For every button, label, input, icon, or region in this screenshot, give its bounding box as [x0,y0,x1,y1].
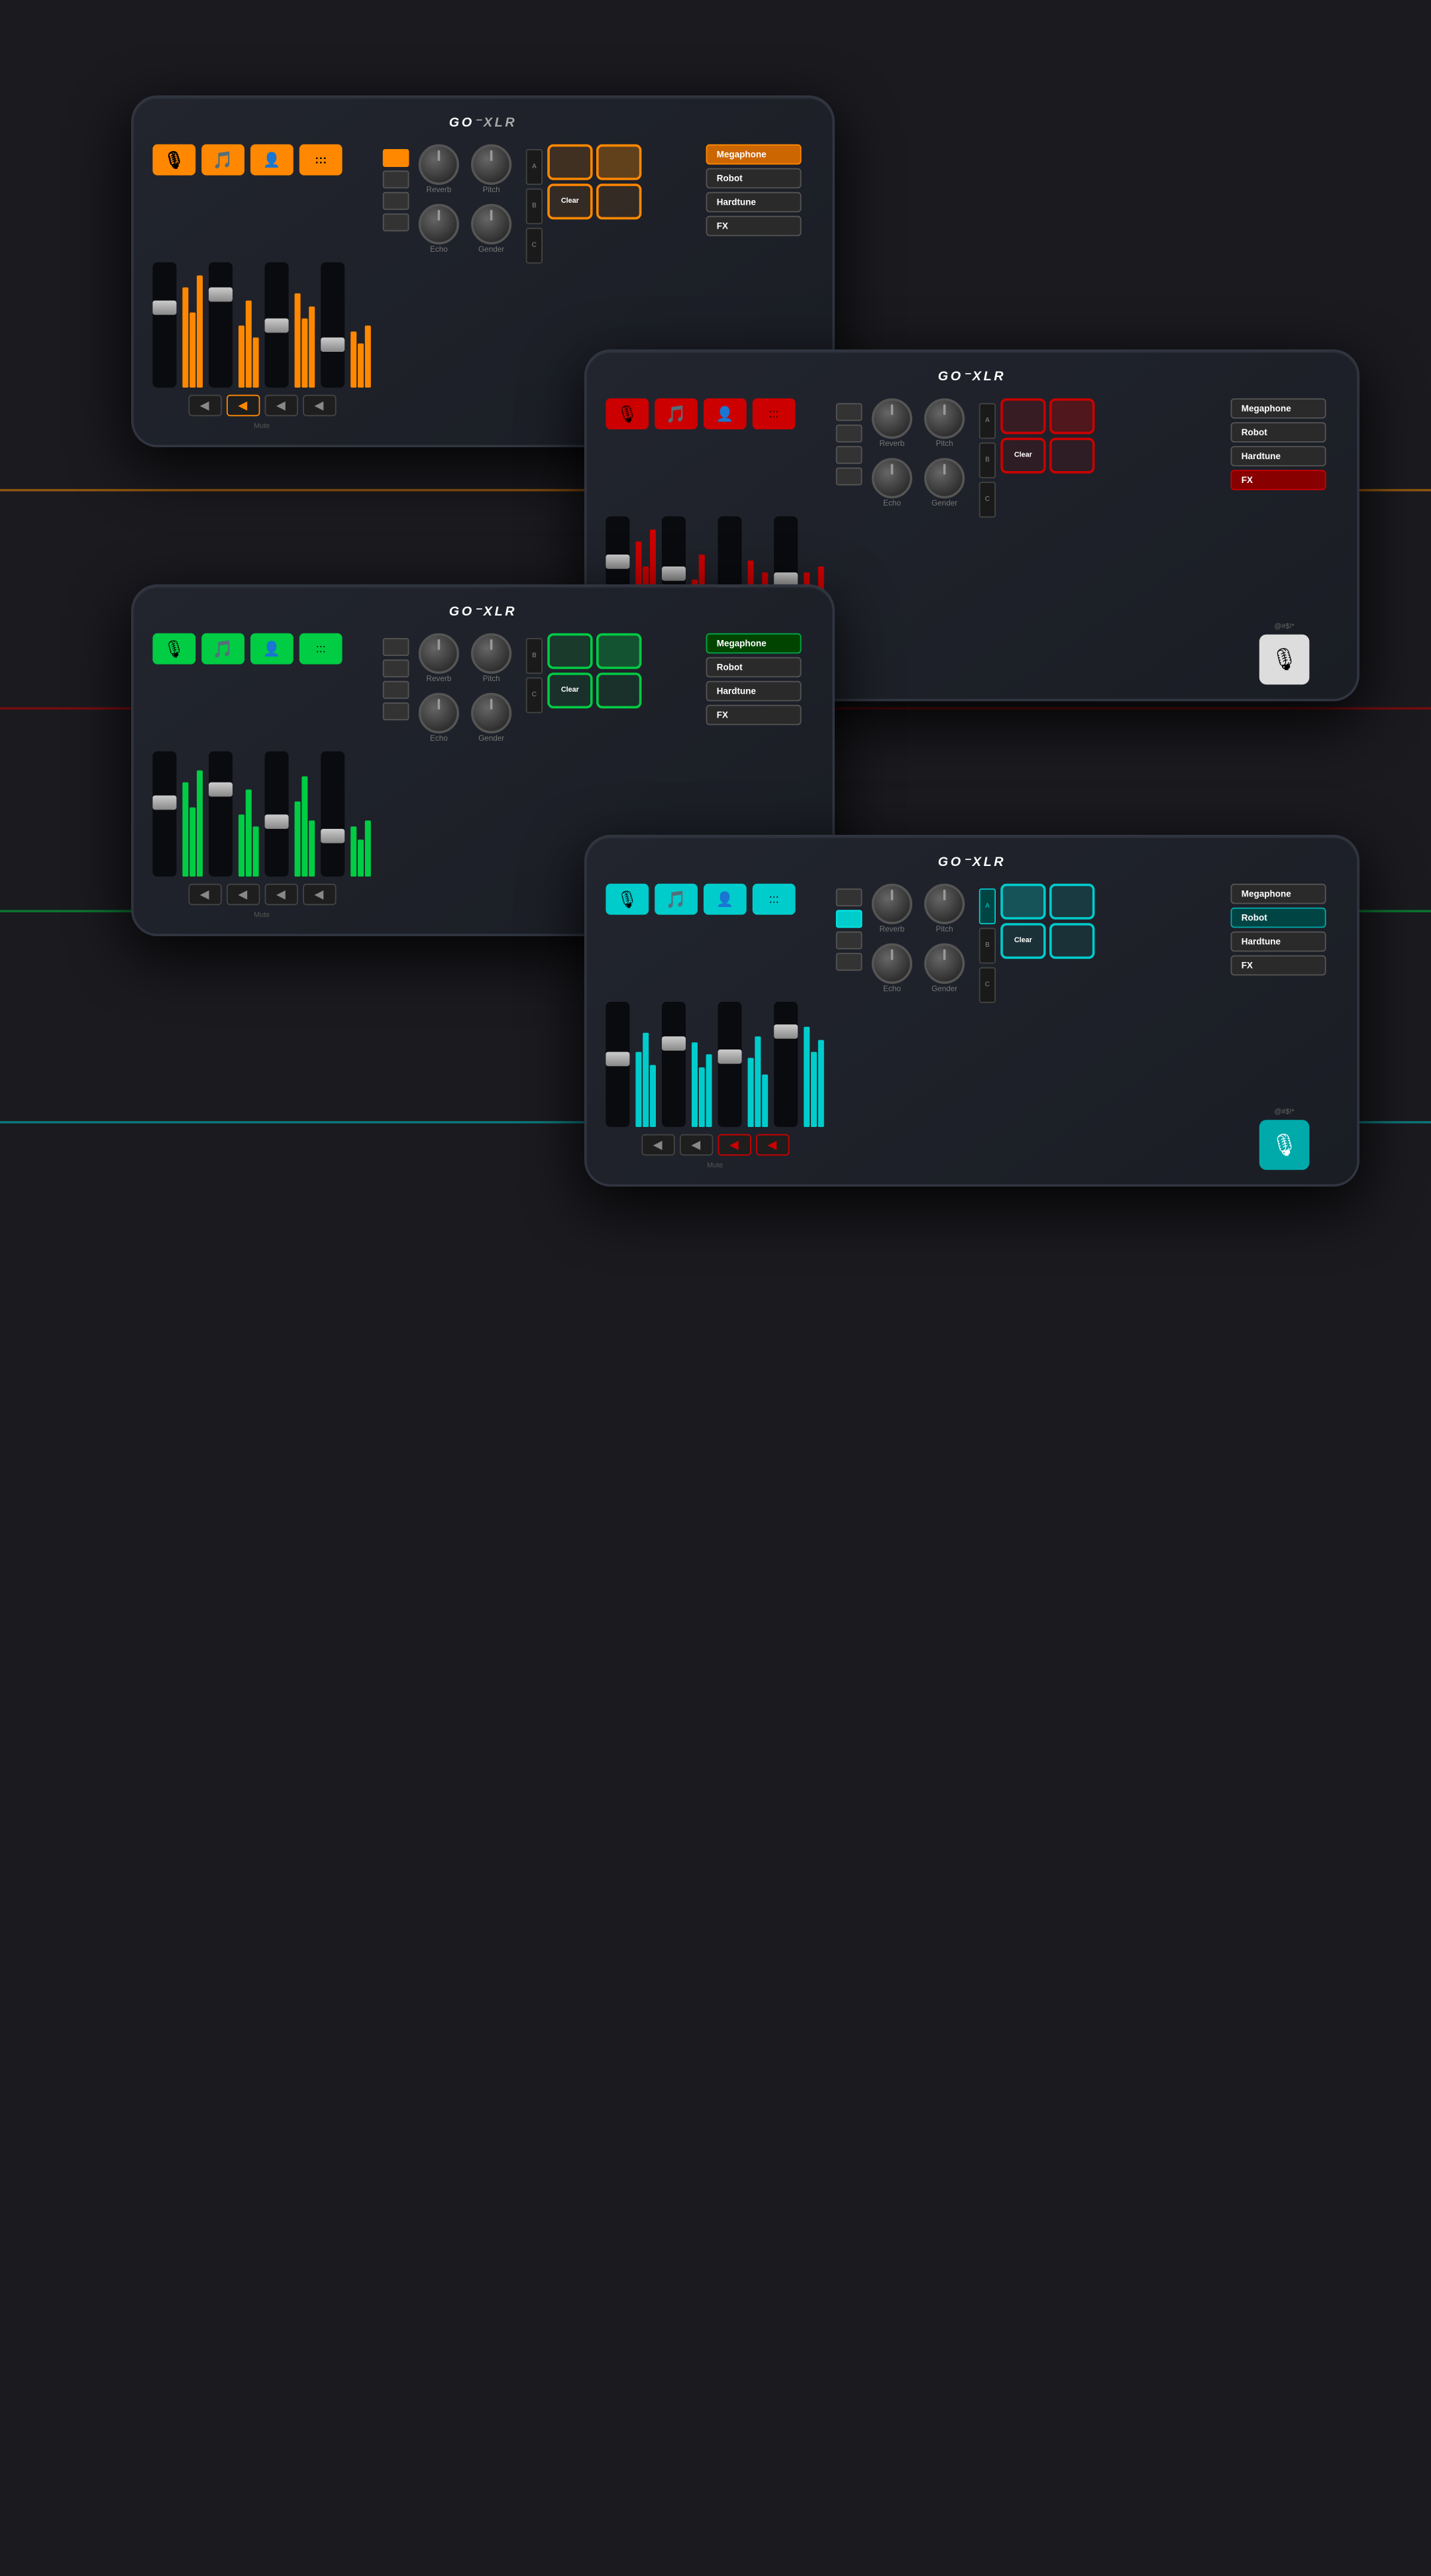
device-cyan-body: 🎙 🎵 👤 ::: [606,884,1338,1170]
meter-3-orange [295,262,315,388]
abc-a-orange: A [526,149,543,185]
fx-robot-red[interactable]: Robot [1231,422,1326,443]
fx-enable-2-orange[interactable] [383,170,409,188]
abc-c-orange: C [526,228,543,264]
arrow-btn-1-orange[interactable]: ◀ [188,395,221,416]
ch-btn-sys-red[interactable]: ::: [753,398,796,429]
ch-btn-music-orange[interactable]: 🎵 [201,144,244,176]
knob-gender-orange: Gender [471,204,511,254]
fx-fx-cyan[interactable]: FX [1231,955,1326,976]
device-red-right: Megaphone Robot Hardtune FX @#$!* 🎙 [1231,398,1338,684]
pad-2-orange[interactable] [596,144,641,180]
fader-slot-3-orange[interactable] [265,262,289,388]
fader-col-3-orange [265,262,289,388]
knob-pitch-orange: Pitch [471,144,511,195]
fx-robot-green[interactable]: Robot [706,657,802,678]
ch-btn-sys-orange[interactable]: ::: [299,144,343,176]
meter-1-orange [182,262,203,388]
fx-megaphone-cyan[interactable]: Megaphone [1231,884,1326,904]
fx-enable-4-orange[interactable] [383,213,409,231]
device-green-logo: GO⁻XLR [449,604,517,619]
device-cyan-right: Megaphone Robot Hardtune FX @#$!* 🎙 [1231,884,1338,1170]
ch-btn-chat-orange[interactable]: 👤 [250,144,293,176]
pad-3-orange[interactable]: Clear [547,184,592,219]
knob-row-1-orange: Reverb Pitch [419,144,511,195]
fx-robot-cyan[interactable]: Robot [1231,908,1326,928]
fx-robot-orange[interactable]: Robot [706,168,802,189]
mute-section-cyan: @#$!* 🎙 [1231,1109,1338,1170]
ch-btn-chat-red[interactable]: 👤 [704,398,747,429]
fader-col-2-orange [209,262,233,388]
mute-section-red: @#$!* 🎙 [1231,623,1338,684]
knob-pitch-label-orange: Pitch [483,186,500,195]
fx-hardtune-red[interactable]: Hardtune [1231,446,1326,466]
device-cyan-logo: GO⁻XLR [938,854,1006,869]
faders-meters-orange [152,182,370,388]
ch-btn-mic-orange[interactable]: 🎙 [152,144,195,176]
channel-buttons-orange: 🎙 🎵 👤 ::: [152,144,370,176]
pad-4-orange[interactable] [596,184,641,219]
knob-reverb-label-orange: Reverb [427,186,452,195]
knob-reverb-orange: Reverb [419,144,459,195]
device-red-logo: GO⁻XLR [938,368,1006,384]
fx-enable-3-orange[interactable] [383,192,409,210]
pad-3-red[interactable]: Clear [1000,438,1045,474]
device-orange-logo: GO⁻XLR [449,115,517,130]
fx-megaphone-orange[interactable]: Megaphone [706,144,802,165]
arrow-btn-3-orange[interactable]: ◀ [264,395,297,416]
knob-echo-label-orange: Echo [430,246,448,254]
device-cyan: GO⁻XLR 🎙 🎵 👤 ::: [584,835,1359,1187]
fader-col-1-orange [152,262,176,388]
fader-knob-4-orange[interactable] [321,337,344,352]
fx-enable-col-orange [383,144,409,431]
device-orange-left: 🎙 🎵 👤 ::: [152,144,370,431]
fx-names-orange: Megaphone Robot Hardtune FX [706,144,814,237]
abc-b-orange: B [526,188,543,224]
device-green-left: 🎙 🎵 👤 ::: [152,633,370,920]
fader-knob-1-orange[interactable] [152,300,176,315]
pad-1-orange[interactable] [547,144,592,180]
ch-btn-mic-red[interactable]: 🎙 [606,398,649,429]
knobs-section-orange: Reverb Pitch Echo [419,144,511,431]
fx-megaphone-green[interactable]: Megaphone [706,633,802,654]
fader-knob-2-orange[interactable] [209,288,233,302]
device-red-mid: Reverb Pitch Echo Gender [836,398,1219,684]
fx-hardtune-cyan[interactable]: Hardtune [1231,932,1326,952]
pad-4-red[interactable] [1049,438,1094,474]
mute-btn-cyan[interactable]: 🎙 [1259,1120,1310,1170]
pad-2-red[interactable] [1049,398,1094,434]
fx-fx-red[interactable]: FX [1231,470,1326,490]
fx-fx-orange[interactable]: FX [706,216,802,237]
knob-gender-label-orange: Gender [478,246,504,254]
fx-hardtune-orange[interactable]: Hardtune [706,192,802,213]
knob-row-2-orange: Echo Gender [419,204,511,254]
fx-enable-1-orange[interactable] [383,149,409,167]
ch-btn-music-red[interactable]: 🎵 [655,398,698,429]
fader-col-4-orange [321,262,344,388]
channel-buttons-red: 🎙 🎵 👤 ::: [606,398,823,429]
fader-slot-1-orange[interactable] [152,262,176,388]
arrow-btn-4-orange[interactable]: ◀ [302,395,335,416]
label-mute-orange: Mute [152,423,370,431]
meter-4-orange [350,262,371,388]
device-cyan-left: 🎙 🎵 👤 ::: [606,884,823,1170]
fx-fx-green[interactable]: FX [706,705,802,725]
fx-hardtune-green[interactable]: Hardtune [706,681,802,702]
device-cyan-mid: Reverb Pitch Echo Gender [836,884,1219,1170]
fader-knob-3-orange[interactable] [265,319,289,333]
arrows-orange: ◀ ◀ ◀ ◀ [152,395,370,416]
pad-1-red[interactable] [1000,398,1045,434]
arrow-btn-2-orange[interactable]: ◀ [226,395,259,416]
mute-btn-red[interactable]: 🎙 [1259,635,1310,685]
fader-slot-2-orange[interactable] [209,262,233,388]
fx-megaphone-red[interactable]: Megaphone [1231,398,1326,419]
fader-slot-4-orange[interactable] [321,262,344,388]
knob-echo-orange: Echo [419,204,459,254]
meter-2-orange [238,262,259,388]
